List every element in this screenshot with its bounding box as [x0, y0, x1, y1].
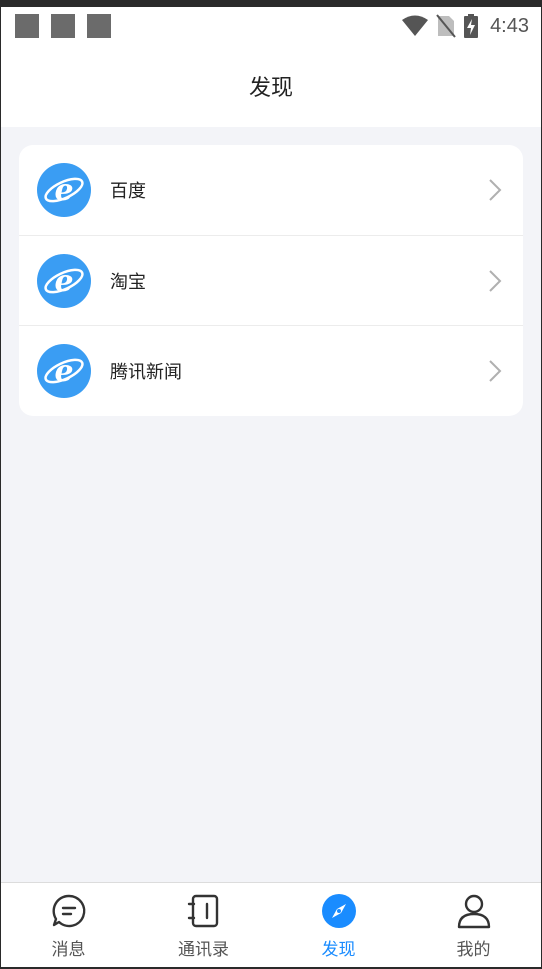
list-item-baidu[interactable]: e 百度	[19, 145, 523, 235]
notification-icon	[87, 14, 111, 38]
compass-icon	[321, 894, 356, 928]
nav-item-discover[interactable]: 发现	[271, 883, 406, 967]
chevron-right-icon	[489, 270, 502, 292]
person-icon	[457, 894, 490, 929]
notification-icon	[15, 14, 39, 38]
list-item-label: 腾讯新闻	[110, 361, 182, 383]
status-bar: 4:43	[1, 7, 541, 45]
ie-browser-icon: e	[37, 344, 91, 398]
status-time: 4:43	[490, 14, 529, 37]
list-item-label: 百度	[110, 181, 146, 202]
nav-label: 我的	[456, 940, 491, 960]
nav-label: 通讯录	[178, 940, 229, 960]
battery-charging-icon	[464, 14, 479, 38]
discover-list: e 百度 e 淘宝 e 腾讯新闻	[19, 145, 523, 416]
status-icons: 4:43	[402, 13, 529, 39]
nav-item-contacts[interactable]: 通讯录	[136, 883, 271, 967]
nav-label: 消息	[51, 940, 86, 960]
page-title: 发现	[248, 76, 293, 101]
chevron-right-icon	[489, 179, 502, 201]
notification-icon	[51, 14, 75, 38]
contacts-icon	[187, 894, 218, 928]
page-header: 发现	[1, 45, 541, 127]
wifi-icon	[402, 15, 429, 36]
ie-browser-icon: e	[37, 163, 91, 217]
nav-item-messages[interactable]: 消息	[1, 883, 136, 967]
message-icon	[51, 894, 85, 928]
nav-label: 发现	[321, 940, 356, 960]
list-item-taobao[interactable]: e 淘宝	[19, 235, 523, 325]
nav-item-me[interactable]: 我的	[406, 883, 541, 967]
chevron-right-icon	[489, 360, 502, 382]
ie-browser-icon: e	[37, 254, 91, 308]
app-screen: 4:43 发现 e 百度 e 淘宝 e 腾讯新闻 消息 通讯录 发现 我的	[1, 7, 541, 967]
list-item-label: 淘宝	[110, 271, 146, 293]
no-sim-icon	[436, 14, 456, 38]
bottom-nav: 消息 通讯录 发现 我的	[1, 882, 541, 967]
list-item-tencent-news[interactable]: e 腾讯新闻	[19, 325, 523, 415]
